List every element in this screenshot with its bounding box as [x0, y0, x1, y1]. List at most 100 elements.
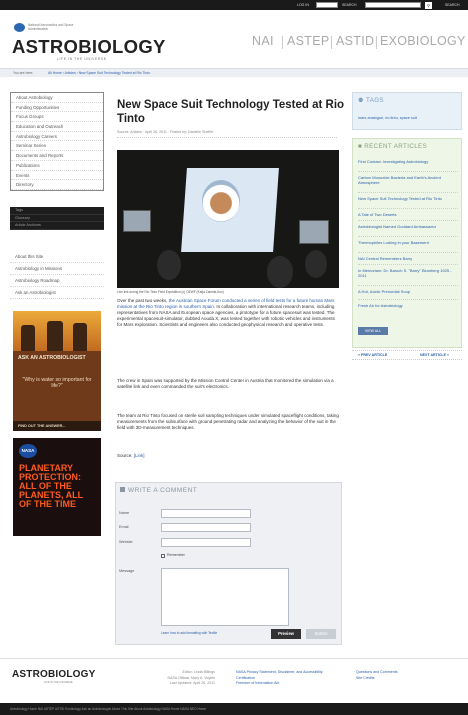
- login-username-input[interactable]: [316, 2, 338, 8]
- nav-divider: [331, 36, 332, 49]
- article-pager: « PREV ARTICLE NEXT ARTICLE »: [352, 350, 462, 360]
- submit-button[interactable]: Submit: [306, 629, 336, 639]
- article-paragraph: Over the past two weeks, the Austrian Sp…: [117, 298, 335, 327]
- ask-astrobiologist-promo[interactable]: ASK AN ASTROBIOLOGIST "Why is water so i…: [13, 311, 101, 431]
- recent-article-link[interactable]: Carbon Monoxide Bacteria and Earth's Anc…: [358, 175, 458, 185]
- article-source: Source: [Link]: [117, 453, 145, 458]
- breadcrumb-lead: You are here:: [13, 71, 34, 75]
- bottom-links[interactable]: Astrobiology Home NAI ASTEP ASTID Exobio…: [10, 707, 206, 711]
- search-input[interactable]: [365, 2, 421, 8]
- article-paragraph: The team at Rio Tinto focused on sterile…: [117, 413, 339, 430]
- left-nav-item[interactable]: Astrobiology in Missions: [10, 263, 104, 275]
- nav-astep[interactable]: ASTEP: [287, 34, 330, 48]
- recent-articles-box: ■ RECENT ARTICLES First Contact: Investi…: [352, 138, 462, 348]
- footer-policy-links: NASA Privacy Statement, Disclaimer, and …: [236, 670, 336, 687]
- recent-article-link[interactable]: In Memoriam: Dr. Baruch S. "Barry" Blumb…: [358, 268, 458, 278]
- footer-link[interactable]: Site Credits: [356, 676, 436, 682]
- remember-label: Remember: [167, 553, 185, 557]
- textile-help-link[interactable]: Learn how to add formatting with Textile: [161, 631, 217, 635]
- footer-tagline: LIFE IN THE UNIVERSE: [44, 681, 73, 684]
- nav-nai[interactable]: NAI: [252, 34, 274, 48]
- comment-form-heading: WRITE A COMMENT: [120, 487, 197, 494]
- message-textarea[interactable]: [161, 568, 289, 626]
- recent-article-link[interactable]: NAI Central Remembers Barry: [358, 256, 458, 261]
- promo-title: ASK AN ASTROBIOLOGIST: [18, 355, 86, 361]
- name-label: Name: [119, 511, 130, 515]
- email-field[interactable]: [161, 523, 251, 532]
- left-nav-secondary: About this Site Astrobiology in Missions…: [10, 251, 104, 299]
- message-label: Message: [119, 569, 135, 573]
- article-paragraph: The crew in Spain was supported by the M…: [117, 378, 334, 389]
- breadcrumb-path[interactable]: All Home › Articles › New Space Suit Tec…: [48, 69, 150, 77]
- preview-button[interactable]: Preview: [271, 629, 301, 639]
- search-button[interactable]: SEARCH: [445, 2, 460, 8]
- footer-logo[interactable]: ASTROBIOLOGY: [12, 669, 96, 680]
- article-title: New Space Suit Technology Tested at Rio …: [117, 99, 345, 125]
- breadcrumb: You are here: All Home › Articles › New …: [0, 68, 468, 77]
- left-nav-item[interactable]: Publications: [11, 161, 103, 171]
- left-nav-item[interactable]: Documents and Reports: [11, 151, 103, 161]
- left-nav-item[interactable]: Seminar Series: [11, 141, 103, 152]
- photo-caption: Live link during the Rio Tinto Field Exp…: [117, 290, 224, 294]
- website-field[interactable]: [161, 538, 251, 547]
- nav-astid[interactable]: ASTID: [336, 34, 374, 48]
- left-nav-item[interactable]: Education and Outreach: [11, 122, 103, 132]
- search-icon[interactable]: ⚲: [425, 1, 432, 9]
- nav-exobiology[interactable]: EXOBIOLOGY: [380, 34, 466, 48]
- promo-title: PLANETARY PROTECTION: ALL OF THE PLANETS…: [19, 463, 84, 509]
- left-nav-item[interactable]: Astrobiology Careers: [11, 132, 103, 142]
- left-nav-item[interactable]: Funding Opportunities: [11, 103, 103, 113]
- tags-heading: ⚉ TAGS: [358, 97, 384, 104]
- source-link[interactable]: [Link]: [134, 453, 145, 458]
- recent-article-link[interactable]: Thermophiles Lurking in your Basement: [358, 240, 458, 245]
- next-article-link[interactable]: NEXT ARTICLE »: [420, 353, 449, 357]
- recent-articles-heading: ■ RECENT ARTICLES: [358, 143, 428, 150]
- site-logo[interactable]: ASTROBIOLOGY: [12, 36, 166, 58]
- promo-photo: [13, 311, 101, 351]
- footer-link[interactable]: NASA Privacy Statement, Disclaimer, and …: [236, 670, 336, 681]
- recent-article-link[interactable]: A Tale of Two Deserts: [358, 212, 458, 217]
- login-link[interactable]: LOG IN: [297, 2, 309, 8]
- email-label: Email: [119, 525, 129, 529]
- recent-article-link[interactable]: A Hot, Acidic Primordial Soup: [358, 289, 458, 294]
- left-nav-item[interactable]: Ask an Astrobiologist: [10, 287, 104, 299]
- left-nav-item[interactable]: Events: [11, 171, 103, 181]
- left-nav-dark: Tags Glossary Article Archives: [10, 207, 104, 230]
- recent-article-link[interactable]: Fresh Air for Astrobiology: [358, 303, 458, 308]
- left-nav-item[interactable]: About this Site: [10, 251, 104, 263]
- agency-name: National Aeronautics and Space Administr…: [28, 23, 74, 31]
- left-nav-glossary[interactable]: Glossary: [10, 215, 104, 222]
- bottom-link-bar: Astrobiology Home NAI ASTEP ASTID Exobio…: [0, 703, 468, 715]
- nav-divider: [376, 36, 377, 49]
- tag-list[interactable]: mars analogue, rio tinto, space suit: [358, 116, 417, 120]
- left-nav-item[interactable]: Directory: [11, 180, 103, 190]
- footer-contact-links: Questions and Comments Site Credits: [356, 670, 436, 681]
- article-photo: [117, 150, 339, 288]
- left-nav-article-archives[interactable]: Article Archives: [10, 222, 104, 230]
- comment-form: WRITE A COMMENT Name Email Website Remem…: [115, 482, 342, 645]
- left-nav-item[interactable]: Focus Groups: [11, 112, 103, 123]
- planetary-protection-promo[interactable]: NASA PLANETARY PROTECTION: ALL OF THE PL…: [13, 438, 101, 536]
- site-tagline: LIFE IN THE UNIVERSE: [57, 57, 107, 61]
- promo-cta[interactable]: FIND OUT THE ANSWER...: [13, 421, 101, 431]
- recent-article-link[interactable]: First Contact: Investigating Astrobiolog…: [358, 159, 458, 164]
- nav-divider: [282, 36, 283, 49]
- promo-quote: "Why is water so important for life?": [22, 377, 92, 389]
- site-footer: ASTROBIOLOGY LIFE IN THE UNIVERSE Editor…: [0, 658, 468, 703]
- nasa-logo-icon[interactable]: [14, 23, 25, 32]
- website-label: Website: [119, 540, 133, 544]
- left-nav-item[interactable]: About Astrobiology: [11, 93, 103, 103]
- prev-article-link[interactable]: « PREV ARTICLE: [358, 353, 387, 357]
- site-header: National Aeronautics and Space Administr…: [0, 10, 468, 68]
- name-field[interactable]: [161, 509, 251, 518]
- left-nav-tags[interactable]: Tags: [10, 207, 104, 215]
- view-all-button[interactable]: VIEW ALL: [358, 327, 388, 335]
- remember-checkbox[interactable]: [161, 554, 165, 558]
- recent-article-link[interactable]: Astrobiologist Named Goddard Ambassador: [358, 224, 458, 229]
- footer-link[interactable]: Freedom of Information Act: [236, 681, 336, 687]
- top-bar: LOG IN SEARCH ⚲ SEARCH: [0, 0, 468, 10]
- footer-credits: Editor: Linda Billings NASA Official: Ma…: [167, 670, 215, 685]
- recent-article-link[interactable]: New Space Suit Technology Tested at Rio …: [358, 196, 458, 201]
- left-nav-item[interactable]: Astrobiology Roadmap: [10, 275, 104, 287]
- article-meta: Source: Articles · April 26, 2011 · Post…: [117, 130, 337, 138]
